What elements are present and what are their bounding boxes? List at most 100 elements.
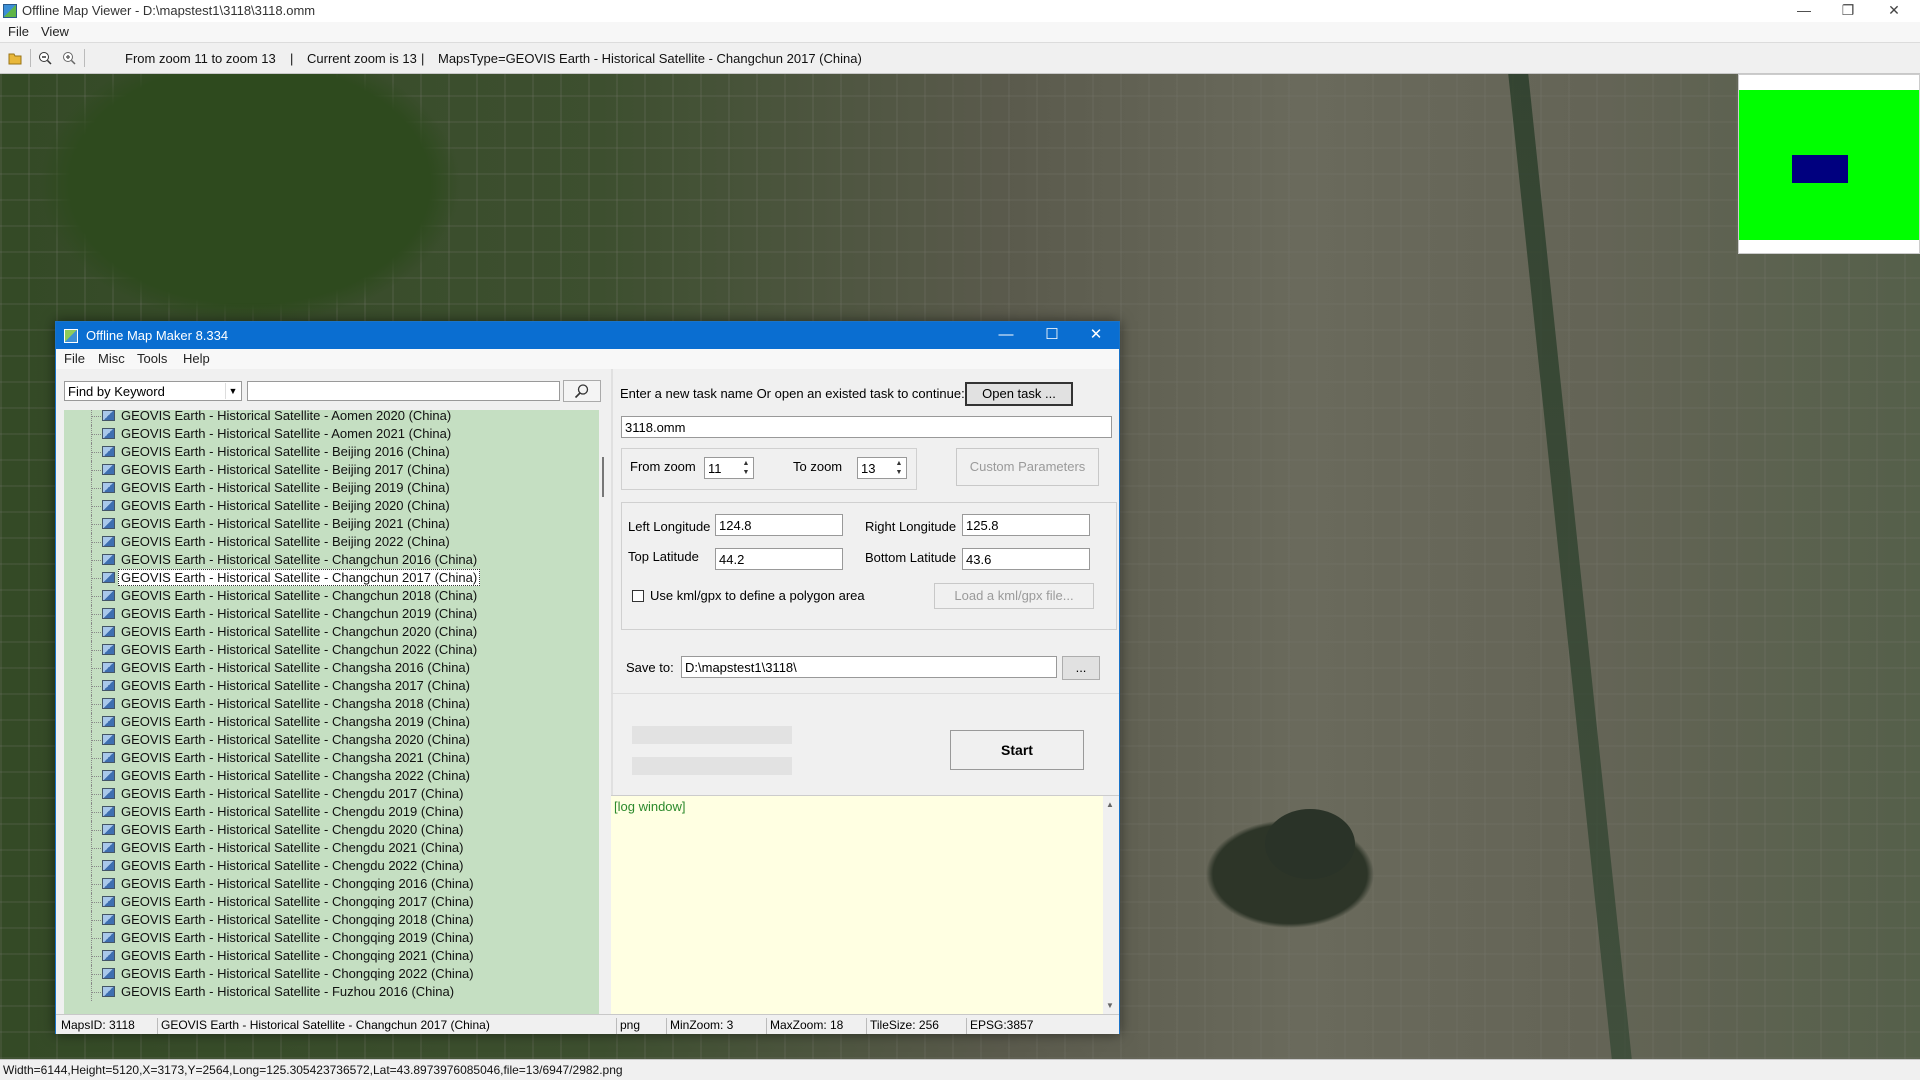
zoom-in-icon[interactable] — [62, 51, 76, 65]
open-folder-icon[interactable] — [8, 51, 22, 65]
log-window[interactable]: [log window] ▲ ▼ — [611, 795, 1119, 1014]
chevron-down-icon[interactable]: ▼ — [225, 383, 240, 399]
map-tile-icon — [102, 536, 115, 547]
top-latitude-input[interactable]: 44.2 — [715, 548, 843, 570]
open-task-button[interactable]: Open task ... — [965, 382, 1073, 406]
status-tile-size: TileSize: 256 — [866, 1018, 939, 1034]
map-list-item[interactable]: GEOVIS Earth - Historical Satellite - Ch… — [64, 659, 599, 677]
progress-bar-current — [632, 757, 792, 775]
left-longitude-input[interactable]: 124.8 — [715, 514, 843, 536]
map-list-item[interactable]: GEOVIS Earth - Historical Satellite - Ch… — [64, 767, 599, 785]
map-list-item[interactable]: GEOVIS Earth - Historical Satellite - Be… — [64, 461, 599, 479]
map-list-item[interactable]: GEOVIS Earth - Historical Satellite - Ch… — [64, 893, 599, 911]
dialog-menu-misc[interactable]: Misc — [98, 351, 125, 366]
map-list-item[interactable]: GEOVIS Earth - Historical Satellite - Be… — [64, 443, 599, 461]
map-tile-icon — [102, 770, 115, 781]
map-list-item-label: GEOVIS Earth - Historical Satellite - Be… — [121, 444, 450, 459]
start-button[interactable]: Start — [950, 730, 1084, 770]
kml-polygon-checkbox[interactable] — [632, 590, 644, 602]
dialog-status-bar: MapsID: 3118 GEOVIS Earth - Historical S… — [56, 1014, 1119, 1034]
minimize-button[interactable]: — — [1782, 0, 1826, 22]
map-list-item[interactable]: GEOVIS Earth - Historical Satellite - Ch… — [64, 965, 599, 983]
to-zoom-label: To zoom — [793, 459, 843, 474]
toolbar-separator: | — [290, 51, 294, 66]
spinner-arrows-icon[interactable]: ▲ ▼ — [740, 459, 752, 477]
zoom-out-icon[interactable] — [38, 51, 52, 65]
map-list-item[interactable]: GEOVIS Earth - Historical Satellite - Ch… — [64, 731, 599, 749]
status-maps-name: GEOVIS Earth - Historical Satellite - Ch… — [157, 1018, 490, 1034]
map-list-item[interactable]: GEOVIS Earth - Historical Satellite - Ch… — [64, 875, 599, 893]
dialog-maximize-button[interactable]: ☐ — [1029, 322, 1075, 349]
map-list-item[interactable]: GEOVIS Earth - Historical Satellite - Ch… — [64, 623, 599, 641]
map-list-item[interactable]: GEOVIS Earth - Historical Satellite - Ch… — [64, 695, 599, 713]
progress-bar-overall — [632, 726, 792, 744]
dialog-menu-help[interactable]: Help — [183, 351, 210, 366]
status-min-zoom: MinZoom: 3 — [666, 1018, 733, 1034]
map-list-item[interactable]: GEOVIS Earth - Historical Satellite - Ch… — [64, 911, 599, 929]
load-kml-button[interactable]: Load a kml/gpx file... — [934, 583, 1094, 609]
map-list-item-label: GEOVIS Earth - Historical Satellite - Ch… — [121, 588, 478, 603]
map-list-item-label: GEOVIS Earth - Historical Satellite - Ch… — [121, 858, 464, 873]
log-scrollbar[interactable]: ▲ ▼ — [1103, 796, 1119, 1014]
dialog-minimize-button[interactable]: — — [983, 322, 1029, 349]
map-list-item[interactable]: GEOVIS Earth - Historical Satellite - Ch… — [64, 947, 599, 965]
map-list-item[interactable]: GEOVIS Earth - Historical Satellite - Be… — [64, 515, 599, 533]
menu-file[interactable]: File — [8, 24, 29, 39]
spinner-arrows-icon[interactable]: ▲ ▼ — [893, 459, 905, 477]
map-list-item[interactable]: GEOVIS Earth - Historical Satellite - Ch… — [64, 641, 599, 659]
menu-view[interactable]: View — [41, 24, 69, 39]
to-zoom-spinner[interactable]: 13 ▲ ▼ — [857, 457, 907, 479]
list-scrollbar-thumb[interactable] — [602, 457, 604, 497]
map-list-item[interactable]: GEOVIS Earth - Historical Satellite - Ch… — [64, 821, 599, 839]
map-list-item[interactable]: GEOVIS Earth - Historical Satellite - Ch… — [64, 713, 599, 731]
map-list-item[interactable]: GEOVIS Earth - Historical Satellite - Ch… — [64, 749, 599, 767]
map-list-item[interactable]: GEOVIS Earth - Historical Satellite - Ch… — [64, 803, 599, 821]
map-tile-icon — [102, 590, 115, 601]
dialog-close-button[interactable]: ✕ — [1073, 322, 1119, 349]
map-list-item[interactable]: GEOVIS Earth - Historical Satellite - Ch… — [64, 857, 599, 875]
zoom-range-text: From zoom 11 to zoom 13 — [125, 51, 276, 66]
map-list-item[interactable]: GEOVIS Earth - Historical Satellite - Ch… — [64, 551, 599, 569]
search-mode-value: Find by Keyword — [68, 384, 165, 399]
map-list-item[interactable]: GEOVIS Earth - Historical Satellite - Ch… — [64, 677, 599, 695]
map-list-item[interactable]: GEOVIS Earth - Historical Satellite - Ao… — [64, 410, 599, 425]
toolbar-separator: | — [421, 51, 425, 66]
map-list-item[interactable]: GEOVIS Earth - Historical Satellite - Ch… — [64, 929, 599, 947]
bottom-latitude-input[interactable]: 43.6 — [962, 548, 1090, 570]
map-list-item[interactable]: GEOVIS Earth - Historical Satellite - Ch… — [64, 587, 599, 605]
map-list-item[interactable]: GEOVIS Earth - Historical Satellite - Ch… — [64, 839, 599, 857]
map-list-item[interactable]: GEOVIS Earth - Historical Satellite - Be… — [64, 497, 599, 515]
search-mode-select[interactable]: Find by Keyword ▼ — [64, 381, 242, 401]
map-list-item[interactable]: GEOVIS Earth - Historical Satellite - Ao… — [64, 425, 599, 443]
save-path-input[interactable]: D:\mapstest1\3118\ — [681, 656, 1057, 678]
map-list-tree[interactable]: GEOVIS Earth - Historical Satellite - Ao… — [64, 410, 599, 1014]
map-tile-icon — [102, 932, 115, 943]
maximize-button[interactable]: ❐ — [1826, 0, 1870, 22]
minimap-viewport[interactable] — [1792, 155, 1848, 183]
keyword-search-input[interactable] — [247, 381, 560, 401]
map-list-item-label: GEOVIS Earth - Historical Satellite - Be… — [121, 534, 450, 549]
custom-parameters-button[interactable]: Custom Parameters — [956, 448, 1099, 486]
from-zoom-spinner[interactable]: 11 ▲ ▼ — [704, 457, 754, 479]
map-list-item[interactable]: GEOVIS Earth - Historical Satellite - Ch… — [64, 605, 599, 623]
zoom-group: From zoom 11 ▲ ▼ To zoom 13 ▲ ▼ — [621, 448, 917, 490]
app-toolbar: From zoom 11 to zoom 13 | Current zoom i… — [0, 42, 1920, 74]
dialog-menu-tools[interactable]: Tools — [137, 351, 167, 366]
search-button[interactable] — [563, 380, 601, 402]
map-tile-icon — [102, 572, 115, 583]
dialog-menu-file[interactable]: File — [64, 351, 85, 366]
scroll-down-icon[interactable]: ▼ — [1106, 1001, 1114, 1010]
overview-minimap[interactable] — [1738, 74, 1920, 254]
browse-button[interactable]: ... — [1062, 656, 1100, 680]
scroll-up-icon[interactable]: ▲ — [1106, 800, 1114, 809]
right-longitude-input[interactable]: 125.8 — [962, 514, 1090, 536]
close-button[interactable]: ✕ — [1872, 0, 1916, 22]
map-list-item[interactable]: GEOVIS Earth - Historical Satellite - Be… — [64, 533, 599, 551]
map-list-item[interactable]: GEOVIS Earth - Historical Satellite - Ch… — [64, 569, 599, 587]
map-list-item[interactable]: GEOVIS Earth - Historical Satellite - Fu… — [64, 983, 599, 1001]
map-tile-icon — [102, 428, 115, 439]
map-list-item[interactable]: GEOVIS Earth - Historical Satellite - Be… — [64, 479, 599, 497]
map-list-item[interactable]: GEOVIS Earth - Historical Satellite - Ch… — [64, 785, 599, 803]
map-list-item-label: GEOVIS Earth - Historical Satellite - Be… — [121, 498, 450, 513]
task-name-input[interactable]: 3118.omm — [621, 416, 1112, 438]
